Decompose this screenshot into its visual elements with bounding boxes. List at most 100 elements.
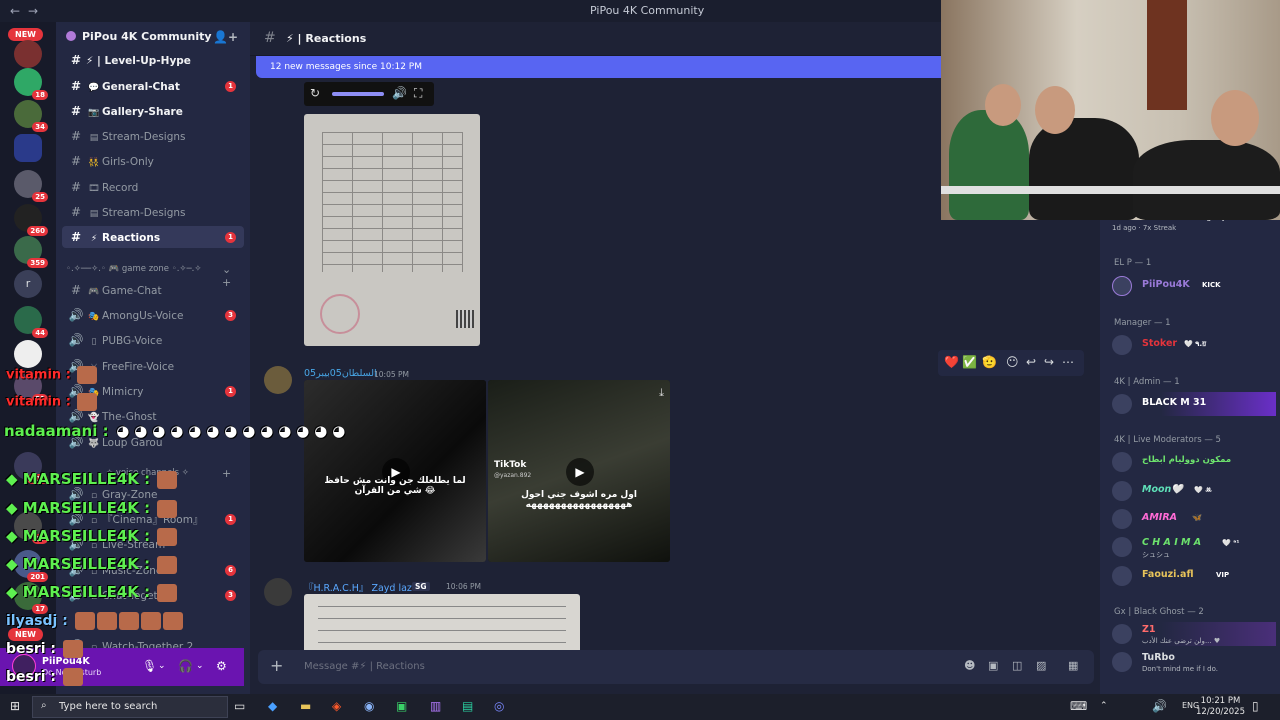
- message-author[interactable]: 『H.R.A.C.H』 Zayd laz: [304, 580, 412, 594]
- salute-reaction-button[interactable]: 🫡: [982, 355, 997, 369]
- server-icon[interactable]: 201: [14, 550, 48, 582]
- member-item[interactable]: Z1 ولن ترضى عنك الأدب... ♥: [1112, 622, 1276, 646]
- gear-icon[interactable]: ⚙: [216, 659, 227, 673]
- server-icon[interactable]: 901: [14, 452, 48, 484]
- server-icon[interactable]: 91: [14, 372, 48, 404]
- forward-button[interactable]: ↪: [1044, 355, 1054, 369]
- member-item[interactable]: PiiPou4K KICK: [1112, 274, 1276, 298]
- server-icon[interactable]: 18: [14, 68, 48, 100]
- member-item[interactable]: Stoker 🤍 ٩.ॻ: [1112, 333, 1276, 357]
- folder-icon[interactable]: [14, 134, 42, 162]
- headphones-icon[interactable]: 🎧: [178, 659, 193, 673]
- sticker-icon[interactable]: ◫: [1012, 659, 1022, 672]
- back-arrow-icon[interactable]: ←: [10, 4, 20, 18]
- attachment-image[interactable]: [304, 594, 580, 650]
- chevron-down-icon[interactable]: ⌄: [196, 661, 204, 671]
- new-messages-banner[interactable]: 12 new messages since 10:12 PM: [256, 56, 956, 78]
- member-item[interactable]: C H A I M A 🤍 ᵃ¹ シュシュ: [1112, 535, 1276, 559]
- replay-icon[interactable]: ↻: [310, 86, 320, 100]
- image-icon[interactable]: ▨: [1036, 659, 1046, 672]
- app-icon[interactable]: ▤: [462, 699, 473, 713]
- taskbar-search[interactable]: ⌕ Type here to search: [32, 696, 228, 718]
- app-icon[interactable]: ▣: [396, 699, 407, 713]
- voice-gray-zone[interactable]: 🔊 ▫ Gray-Zone: [62, 483, 244, 505]
- server-icon[interactable]: [14, 40, 42, 68]
- server-icon[interactable]: [14, 340, 42, 368]
- fullscreen-icon[interactable]: ⛶: [414, 86, 422, 101]
- channel-stream-designs[interactable]: # ▤ Stream-Designs: [62, 125, 244, 147]
- voice-loup-garou[interactable]: 🔊 🐺 Loup Garou: [62, 431, 244, 453]
- server-icon[interactable]: 17: [14, 582, 48, 614]
- member-item[interactable]: AMIRA 🦋: [1112, 507, 1276, 531]
- voice-the-ghost[interactable]: 🔊 👻 The-Ghost: [62, 405, 244, 427]
- voice-cinema-room[interactable]: 🔊 ▫ 『Cinema』Room』 1: [62, 508, 244, 530]
- speaker-icon[interactable]: 🔊: [392, 86, 407, 100]
- app-icon[interactable]: ▥: [430, 699, 441, 713]
- attachment-image[interactable]: [304, 114, 480, 346]
- channel-level-up-hype[interactable]: # ⚡ | Level-Up-Hype: [62, 49, 244, 71]
- forward-arrow-icon[interactable]: →: [28, 4, 38, 18]
- taskbar-clock[interactable]: 10:21 PM 12/20/2025: [1196, 696, 1245, 718]
- more-options-button[interactable]: ⋯: [1062, 355, 1074, 369]
- server-icon[interactable]: 34: [14, 100, 48, 132]
- channel-record[interactable]: # 🎞 Record: [62, 176, 244, 198]
- reply-button[interactable]: ↩: [1026, 355, 1036, 369]
- message-input[interactable]: Message #⚡ | Reactions: [304, 661, 425, 672]
- discord-icon[interactable]: ◎: [494, 699, 504, 713]
- channel-stream-designs-2[interactable]: # ▤ Stream-Designs: [62, 201, 244, 223]
- server-icon[interactable]: 359: [14, 236, 48, 268]
- member-item[interactable]: TuRbo Don't mind me if I do.: [1112, 650, 1276, 674]
- notification-icon[interactable]: ▯: [1252, 699, 1259, 713]
- member-item[interactable]: Faouzi.afl VIP: [1112, 564, 1276, 588]
- server-icon[interactable]: 17: [14, 512, 48, 544]
- download-icon[interactable]: ⤓: [659, 386, 664, 400]
- steam-icon[interactable]: ◉: [364, 699, 374, 713]
- video-attachment[interactable]: ▶ لما يطلعلك جن وانت مش حافظ شي من القرآ…: [304, 380, 486, 562]
- volume-icon[interactable]: 🔊: [1152, 699, 1167, 713]
- voice-mimicry[interactable]: 🔊 🎭 Mimicry 1: [62, 380, 244, 402]
- keyboard-icon[interactable]: ⌨: [1070, 699, 1087, 713]
- channel-general-chat[interactable]: # 💬 General-Chat 1: [62, 75, 244, 97]
- message-composer[interactable]: + Message #⚡ | Reactions ☻ ▣ ◫ ▨ ▦: [258, 650, 1094, 684]
- server-icon[interactable]: r: [14, 270, 42, 298]
- microphone-icon[interactable]: 🎙: [142, 659, 157, 673]
- video-attachment[interactable]: ⤓ TikTok @yazan.892 ▶ اول مره اشوف جني ا…: [488, 380, 670, 562]
- voice-chat-together[interactable]: 🔊 ▫ Chat-Together 3: [62, 584, 244, 606]
- member-item[interactable]: Moon🤍 🤍 ꔛ: [1112, 479, 1276, 503]
- channel-game-chat[interactable]: # 🎮 Game-Chat: [62, 279, 244, 301]
- avatar[interactable]: [264, 578, 292, 606]
- guild-header[interactable]: PiPou 4K Community ⌄ 👤+: [66, 30, 242, 50]
- member-item[interactable]: BLACK M 31: [1112, 392, 1276, 416]
- app-icon[interactable]: ◆: [268, 699, 277, 713]
- server-icon[interactable]: 25: [14, 170, 48, 202]
- server-icon[interactable]: 260: [14, 204, 48, 236]
- windows-start-icon[interactable]: ⊞: [10, 699, 20, 713]
- channel-gallery-share[interactable]: # 📷 Gallery-Share: [62, 100, 244, 122]
- play-icon[interactable]: ▶: [566, 458, 594, 486]
- plus-icon[interactable]: +: [270, 656, 283, 675]
- voice-freefire[interactable]: 🔊 ⚔ FreeFire-Voice: [62, 355, 244, 377]
- check-reaction-button[interactable]: ✅: [962, 355, 977, 369]
- chevron-down-icon[interactable]: ⌄: [158, 661, 166, 671]
- server-icon[interactable]: 44: [14, 306, 48, 338]
- apps-icon[interactable]: ▦: [1068, 659, 1078, 672]
- add-reaction-button[interactable]: 😶: [1006, 355, 1019, 369]
- channel-girls-only[interactable]: # 👯 Girls-Only: [62, 150, 244, 172]
- add-member-icon[interactable]: 👤+: [213, 30, 238, 44]
- volume-slider[interactable]: [332, 92, 384, 96]
- browser-icon[interactable]: ◈: [332, 699, 341, 713]
- avatar[interactable]: [264, 366, 292, 394]
- member-item[interactable]: ممكون دووليام ابطاح: [1112, 450, 1276, 474]
- voice-live-stream[interactable]: 🔊 ▫ Live-Stream: [62, 533, 244, 555]
- category-voice[interactable]: ✧ voice channels ✧ +: [66, 467, 231, 480]
- task-view-icon[interactable]: ▭: [234, 699, 245, 713]
- channel-reactions[interactable]: # ⚡ Reactions 1: [62, 226, 244, 248]
- chevron-up-icon[interactable]: ⌃: [1100, 701, 1108, 711]
- message-author[interactable]: 05السلطان05بيبر: [304, 368, 377, 379]
- voice-amongus[interactable]: 🔊 🎭 AmongUs-Voice 3: [62, 304, 244, 326]
- voice-music-zone[interactable]: 🔊 ▫ Music-Zone 6: [62, 559, 244, 581]
- voice-pubg[interactable]: 🔊 ▯ PUBG-Voice: [62, 329, 244, 351]
- gif-icon[interactable]: ▣: [988, 659, 998, 672]
- heart-reaction-button[interactable]: ❤️: [944, 355, 959, 369]
- avatar[interactable]: [12, 654, 36, 678]
